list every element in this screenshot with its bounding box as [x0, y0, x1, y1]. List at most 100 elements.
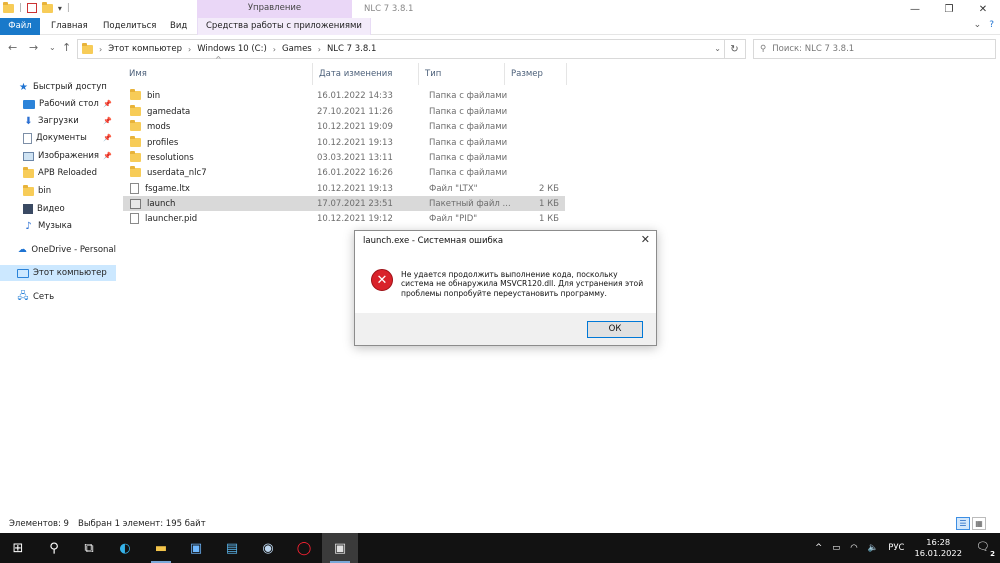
battery-icon[interactable]: ▭: [832, 543, 840, 553]
tab-home[interactable]: Главная: [51, 18, 88, 35]
file-row-profiles[interactable]: profiles 10.12.2021 19:13 Папка с файлам…: [123, 135, 565, 150]
folder-icon: [3, 1, 14, 13]
network-icon: 🖧: [17, 290, 29, 302]
file-explorer-icon[interactable]: ▬: [143, 533, 179, 563]
volume-icon[interactable]: 🔈: [868, 543, 879, 553]
recent-locations-icon[interactable]: ⌄: [49, 43, 56, 52]
nav-videos[interactable]: Видео: [0, 201, 116, 217]
store-icon[interactable]: ▣: [178, 533, 214, 563]
task-view-icon[interactable]: ⧉: [71, 533, 107, 563]
folder-icon: [130, 166, 141, 177]
start-icon[interactable]: ⊞: [0, 533, 36, 563]
item-count: Элементов: 9: [9, 519, 69, 529]
nav-bin[interactable]: bin: [0, 183, 116, 199]
folder-icon: [130, 89, 141, 100]
tab-file[interactable]: Файл: [0, 18, 40, 35]
column-name[interactable]: Имя: [123, 63, 313, 85]
crumb-nlc7[interactable]: NLC 7 3.8.1: [327, 44, 376, 54]
file-row-resolutions[interactable]: resolutions 03.03.2021 13:11 Папка с фай…: [123, 150, 565, 165]
system-error-dialog: launch.exe - Системная ошибка ✕ ✕ Не уда…: [354, 230, 657, 346]
file-row-launcher-pid[interactable]: launcher.pid 10.12.2021 19:12 Файл "PID"…: [123, 211, 565, 226]
pictures-icon: [23, 151, 34, 161]
file-row-mods[interactable]: mods 10.12.2021 19:09 Папка с файлами: [123, 119, 565, 134]
edge-icon[interactable]: ◐: [107, 533, 143, 563]
notifications-icon[interactable]: 🗨 2: [976, 540, 996, 558]
nav-desktop[interactable]: Рабочий стол 📌: [0, 96, 116, 112]
file-row-gamedata[interactable]: gamedata 27.10.2021 11:26 Папка с файлам…: [123, 104, 565, 119]
star-icon: ★: [19, 81, 28, 93]
expand-ribbon-icon[interactable]: ⌄: [974, 20, 982, 30]
up-icon[interactable]: ↑: [62, 41, 71, 54]
dialog-title: launch.exe - Системная ошибка: [363, 236, 504, 246]
dialog-footer: ОК: [355, 313, 656, 345]
nav-apb-reloaded[interactable]: APB Reloaded: [0, 165, 116, 181]
clock[interactable]: 16:28 16.01.2022: [914, 537, 962, 559]
nav-this-pc[interactable]: Этот компьютер: [0, 265, 116, 281]
large-icons-view-icon[interactable]: ▦: [972, 517, 986, 530]
tray-chevron-icon[interactable]: ^: [815, 543, 822, 553]
help-icon[interactable]: ?: [989, 20, 994, 30]
nav-quick-access[interactable]: ★ Быстрый доступ: [0, 79, 116, 95]
crumb-drive-c[interactable]: Windows 10 (C:): [197, 44, 267, 54]
pin-icon: 📌: [103, 134, 112, 142]
input-language[interactable]: РУС: [888, 543, 904, 553]
details-view-icon[interactable]: ☰: [956, 517, 970, 530]
nav-downloads[interactable]: ⬇ Загрузки 📌: [0, 113, 116, 129]
forward-icon[interactable]: →: [29, 41, 38, 54]
search-icon[interactable]: ⚲: [36, 533, 72, 563]
pin-icon: 📌: [103, 100, 112, 108]
file-row-launch[interactable]: launch 17.07.2021 23:51 Пакетный файл ..…: [123, 196, 565, 211]
search-icon: ⚲: [760, 44, 767, 54]
computer-icon: [17, 268, 29, 278]
app-icon[interactable]: ▤: [214, 533, 250, 563]
error-window-icon[interactable]: ▣: [322, 533, 358, 563]
file-row-fsgame-ltx[interactable]: fsgame.ltx 10.12.2021 19:13 Файл "LTX" 2…: [123, 181, 565, 196]
navigation-pane: ★ Быстрый доступ Рабочий стол 📌 ⬇ Загруз…: [0, 63, 118, 513]
minimize-icon[interactable]: —: [898, 0, 932, 18]
cloud-icon: ☁: [17, 245, 27, 255]
wifi-icon[interactable]: ◠: [850, 543, 857, 553]
pin-icon: 📌: [103, 152, 112, 160]
new-folder-icon[interactable]: [41, 1, 53, 13]
close-icon[interactable]: ✕: [966, 0, 1000, 18]
column-date[interactable]: Дата изменения: [313, 63, 419, 85]
nav-network[interactable]: 🖧 Сеть: [0, 289, 116, 305]
back-icon[interactable]: ←: [8, 41, 17, 54]
status-bar: Элементов: 9 Выбран 1 элемент: 195 байт …: [0, 517, 1000, 533]
manage-context-tab[interactable]: Управление: [197, 0, 352, 18]
address-bar[interactable]: › Этот компьютер › Windows 10 (C:) › Gam…: [77, 39, 725, 59]
customize-qat-icon[interactable]: ▾: [58, 4, 62, 13]
column-type[interactable]: Тип: [419, 63, 505, 85]
desktop-icon: [23, 99, 35, 109]
quick-access-toolbar: | ▾ |: [3, 1, 70, 13]
folder-icon: [23, 184, 34, 196]
address-dropdown-icon[interactable]: ⌄: [714, 44, 721, 53]
pin-icon: 📌: [103, 117, 112, 125]
nav-documents[interactable]: Документы 📌: [0, 130, 116, 146]
folder-icon: [130, 136, 141, 147]
ok-button[interactable]: ОК: [587, 321, 643, 338]
crumb-games[interactable]: Games: [282, 44, 312, 54]
batch-file-icon: [130, 198, 141, 209]
search-input[interactable]: ⚲ Поиск: NLC 7 3.8.1: [753, 39, 996, 59]
error-icon: ✕: [371, 269, 393, 291]
steam-icon[interactable]: ◉: [250, 533, 286, 563]
opera-icon[interactable]: ◯: [286, 533, 322, 563]
nav-pictures[interactable]: Изображения 📌: [0, 148, 116, 164]
file-row-userdata-nlc7[interactable]: userdata_nlc7 16.01.2022 16:26 Папка с ф…: [123, 165, 565, 180]
selection-info: Выбран 1 элемент: 195 байт: [78, 519, 206, 529]
window-title: NLC 7 3.8.1: [364, 4, 414, 14]
crumb-this-pc[interactable]: Этот компьютер: [108, 44, 182, 54]
tab-app-tools[interactable]: Средства работы с приложениями: [197, 18, 371, 35]
column-size[interactable]: Размер: [505, 63, 567, 85]
restore-icon[interactable]: ❐: [932, 0, 966, 18]
file-row-bin[interactable]: bin 16.01.2022 14:33 Папка с файлами: [123, 88, 565, 103]
nav-music[interactable]: ♪ Музыка: [0, 218, 116, 234]
refresh-icon[interactable]: ↻: [724, 39, 746, 59]
tab-view[interactable]: Вид: [170, 18, 187, 35]
tab-share[interactable]: Поделиться: [103, 18, 156, 35]
download-icon: ⬇: [24, 115, 33, 127]
nav-onedrive[interactable]: ☁ OneDrive - Personal: [0, 242, 116, 258]
properties-icon[interactable]: [26, 3, 37, 13]
dialog-close-icon[interactable]: ✕: [641, 233, 650, 246]
